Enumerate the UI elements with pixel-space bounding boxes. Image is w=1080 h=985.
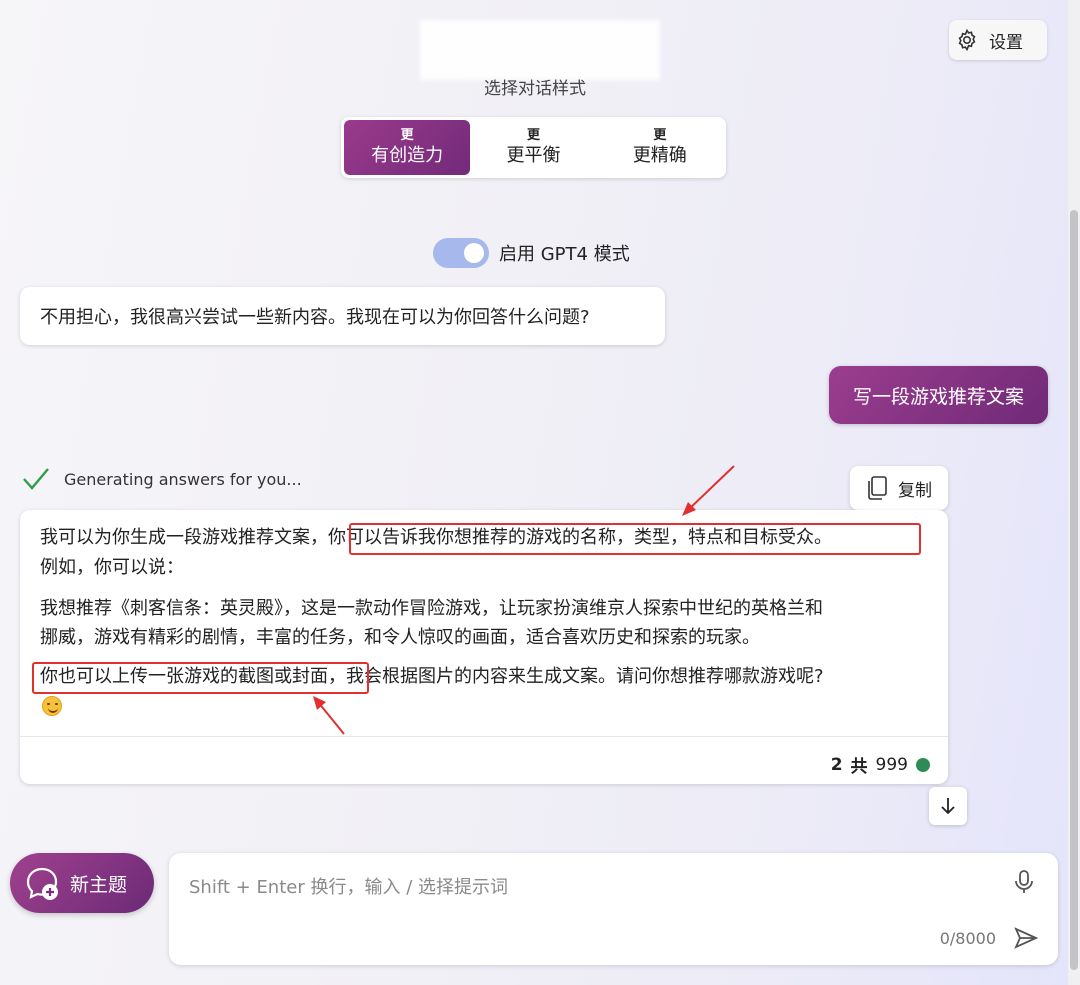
style-option-balanced[interactable]: 更 更平衡 <box>470 120 596 175</box>
gpt4-label: 启用 GPT4 模式 <box>499 244 630 265</box>
arrow-down-icon <box>941 798 955 815</box>
new-chat-icon <box>26 867 58 900</box>
turn-max: 999 <box>875 754 908 775</box>
copy-button[interactable]: 复制 <box>850 466 948 510</box>
copy-icon <box>868 476 887 500</box>
smile-emoji-icon <box>42 696 62 716</box>
bot-response-card: 我可以为你生成一段游戏推荐文案，你可以告诉我你想推荐的游戏的名称，类型，特点和目… <box>20 510 948 784</box>
user-message: 写一段游戏推荐文案 <box>829 366 1048 424</box>
microphone-icon[interactable] <box>1012 869 1036 895</box>
new-topic-label: 新主题 <box>70 873 128 896</box>
turn-counter: 2 共 999 <box>831 752 930 777</box>
highlight-box <box>32 662 369 694</box>
scroll-down-button[interactable] <box>929 787 967 825</box>
response-line-3: 我想推荐《刺客信条：英灵殿》，这是一款动作冒险游戏，让玩家扮演维京人探索中世纪的… <box>40 598 823 619</box>
conversation-style-selector: 更 有创造力 更 更平衡 更 更精确 <box>341 117 726 178</box>
style-option-prefix: 更 <box>526 127 540 143</box>
toggle-knob <box>464 243 484 263</box>
scrollbar-thumb[interactable] <box>1070 210 1078 970</box>
char-counter: 0/8000 <box>939 929 996 948</box>
turn-count: 2 <box>830 754 843 775</box>
style-option-precise[interactable]: 更 更精确 <box>597 120 723 175</box>
gpt4-toggle[interactable] <box>433 238 489 268</box>
response-line-4: 挪威，游戏有精彩的剧情，丰富的任务，和令人惊叹的画面，适合喜欢历史和探索的玩家。 <box>40 627 760 648</box>
card-divider <box>20 736 948 737</box>
settings-label: 设置 <box>989 32 1023 53</box>
generation-status: Generating answers for you... <box>22 466 302 492</box>
status-dot-icon <box>916 757 930 772</box>
page-scrollbar[interactable] <box>1068 0 1080 985</box>
user-message-text: 写一段游戏推荐文案 <box>852 385 1024 408</box>
annotation-arrow-icon <box>682 465 735 516</box>
style-title: 选择对话样式 <box>484 79 586 98</box>
annotation-arrow-icon <box>313 696 345 735</box>
highlight-box <box>349 523 921 555</box>
style-option-label: 有创造力 <box>371 144 444 166</box>
response-line-2: 例如，你可以说： <box>40 557 184 578</box>
style-option-creative[interactable]: 更 有创造力 <box>344 120 471 175</box>
style-option-prefix: 更 <box>400 127 414 143</box>
chat-input-placeholder[interactable]: Shift + Enter 换行，输入 / 选择提示词 <box>189 873 508 899</box>
copy-label: 复制 <box>898 480 932 501</box>
checkmark-icon <box>23 468 49 490</box>
response-text: 我会根据图片的内容来生成文案。请问你想推荐哪款游戏呢? <box>346 666 824 687</box>
gpt4-toggle-row: 启用 GPT4 模式 <box>433 237 630 269</box>
send-icon[interactable] <box>1014 927 1038 949</box>
response-text: 我可以为你生成一段游戏推荐文案， <box>40 527 328 548</box>
chat-input-box[interactable]: Shift + Enter 换行，输入 / 选择提示词 0/8000 <box>169 853 1058 965</box>
style-option-label: 更精确 <box>632 144 687 166</box>
bot-message: 不用担心，我很高兴尝试一些新内容。我现在可以为你回答什么问题? <box>20 287 665 345</box>
bot-message-text: 不用担心，我很高兴尝试一些新内容。我现在可以为你回答什么问题? <box>40 307 590 328</box>
settings-button[interactable]: 设置 <box>949 20 1047 60</box>
blurred-header <box>420 20 660 80</box>
status-text: Generating answers for you... <box>64 469 302 489</box>
new-topic-button[interactable]: 新主题 <box>10 853 154 913</box>
turn-separator: 共 <box>850 757 868 777</box>
gear-icon <box>958 28 976 52</box>
style-option-label: 更平衡 <box>506 144 561 166</box>
style-option-prefix: 更 <box>653 127 667 143</box>
